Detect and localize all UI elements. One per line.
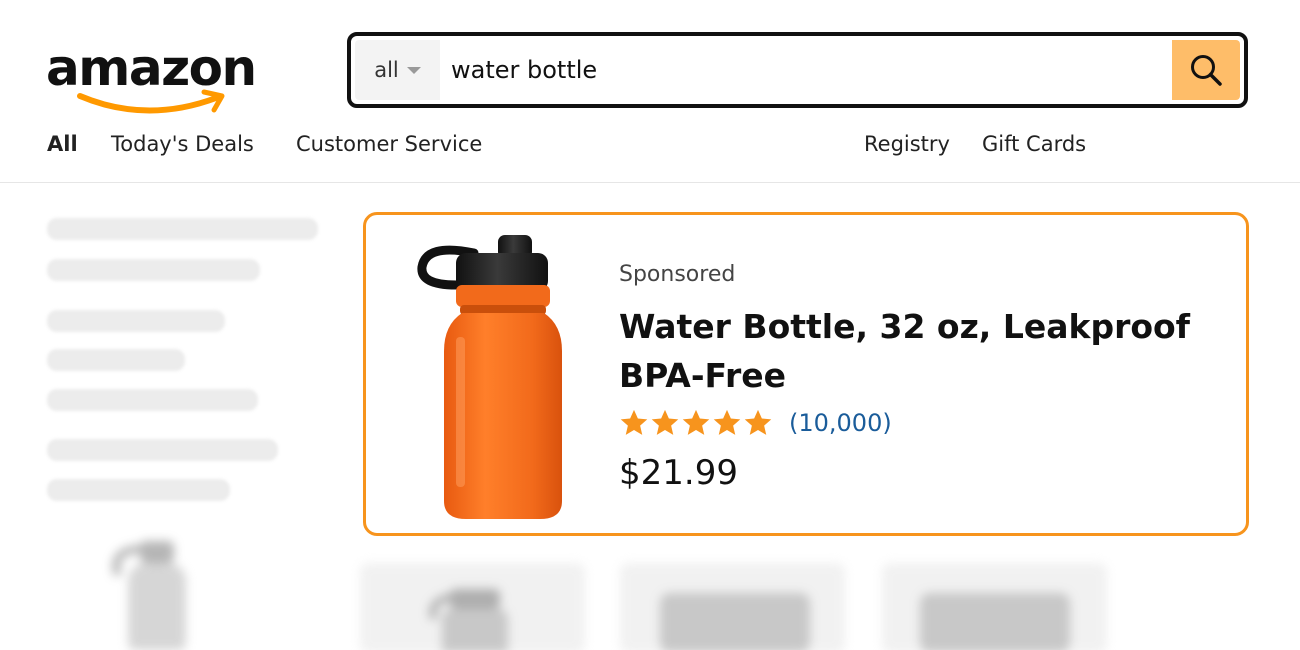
nav-customer-service[interactable]: Customer Service [296, 132, 482, 156]
sidebar-placeholder [47, 259, 260, 281]
blurred-shape [920, 593, 1070, 650]
blurred-product-image [100, 535, 210, 650]
blurred-results-row [360, 563, 1120, 650]
review-count-link[interactable]: (10,000) [789, 409, 892, 437]
star-icon [744, 409, 772, 435]
star-icon [682, 409, 710, 435]
site-header: amazon all All Today's Deals Customer Se… [0, 0, 1300, 183]
sidebar-placeholder [47, 389, 258, 411]
nav-gift-cards[interactable]: Gift Cards [982, 132, 1086, 156]
product-price: $21.99 [619, 453, 738, 493]
star-icon [713, 409, 741, 435]
search-input[interactable] [447, 40, 1167, 100]
amazon-logo[interactable]: amazon [46, 38, 266, 118]
sponsored-label: Sponsored [619, 262, 736, 287]
logo-smile-icon [77, 89, 225, 114]
search-bar: all [347, 32, 1248, 108]
star-icon [651, 409, 679, 435]
search-icon [1191, 55, 1222, 86]
nav-registry[interactable]: Registry [864, 132, 950, 156]
search-category-dropdown[interactable]: all [355, 40, 440, 100]
nav-todays-deals[interactable]: Today's Deals [111, 132, 254, 156]
search-button[interactable] [1172, 40, 1240, 100]
water-bottle-image[interactable] [416, 233, 576, 523]
sidebar-placeholder [47, 479, 230, 501]
chevron-down-icon [406, 66, 421, 74]
product-title[interactable]: Water Bottle, 32 oz, Leakproof BPA-Free [619, 302, 1199, 400]
blurred-shape [660, 593, 810, 650]
sponsored-product-card[interactable]: Sponsored Water Bottle, 32 oz, Leakproof… [363, 212, 1249, 536]
product-rating[interactable]: (10,000) [619, 408, 892, 438]
search-category-label: all [374, 58, 399, 82]
star-icon [620, 409, 648, 435]
sidebar-placeholder [47, 439, 278, 461]
nav-all[interactable]: All [47, 132, 78, 156]
sidebar-placeholder [47, 349, 185, 371]
star-rating[interactable] [619, 408, 773, 438]
sidebar-placeholder [47, 218, 318, 240]
sidebar-placeholder [47, 310, 225, 332]
